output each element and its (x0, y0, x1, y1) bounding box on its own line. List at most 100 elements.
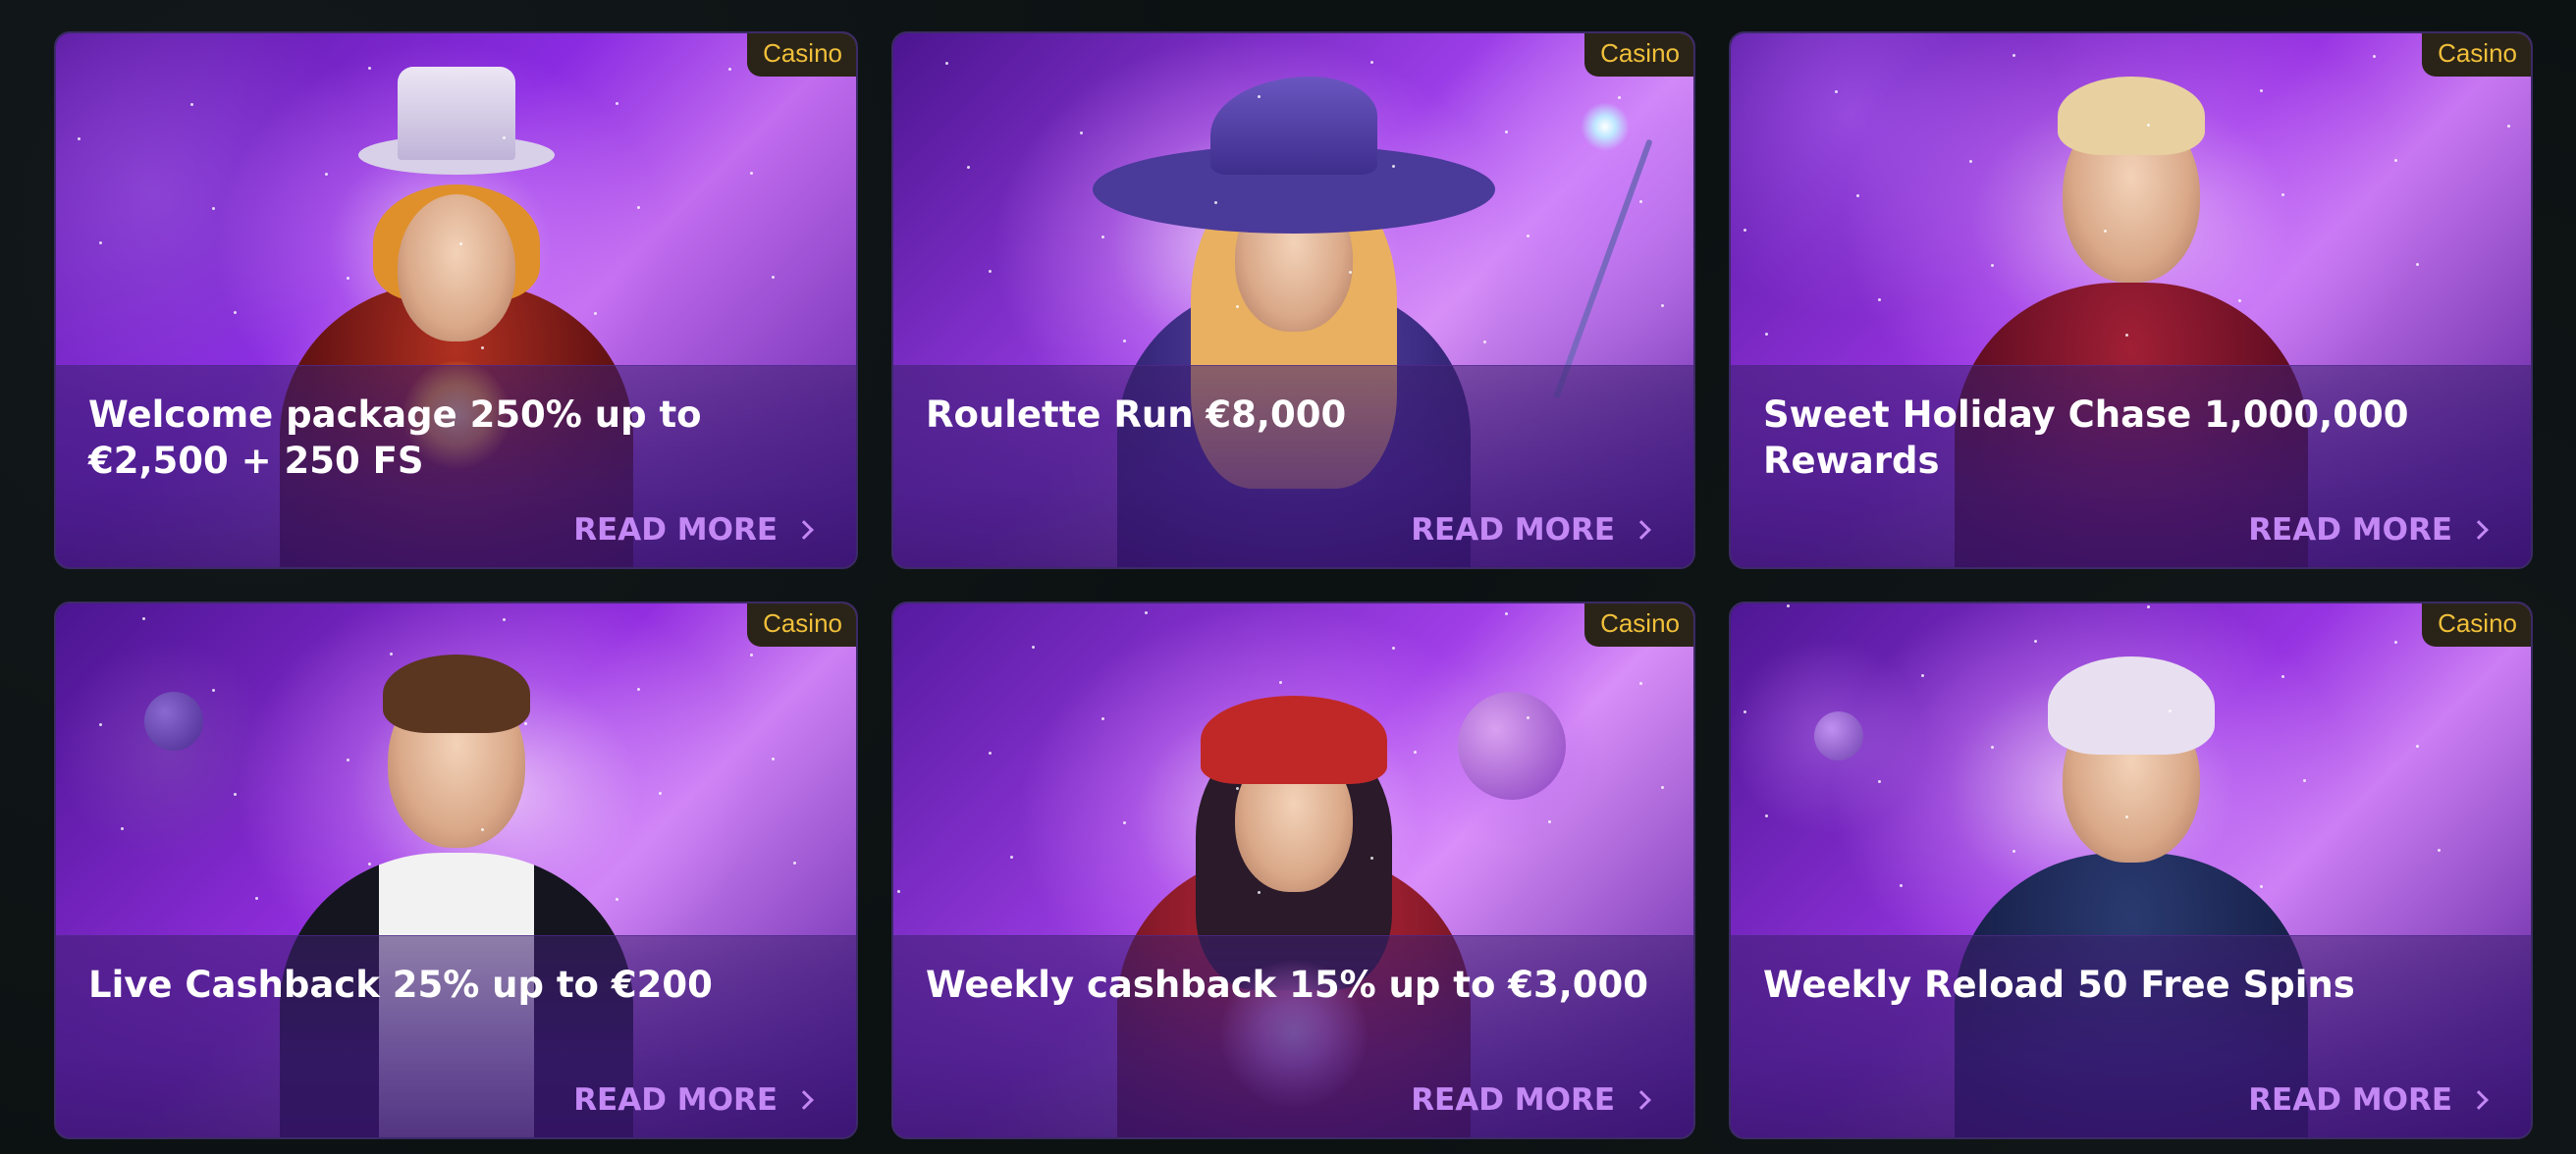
planet-illustration (144, 692, 203, 751)
star-decoration (1214, 201, 1217, 204)
category-badge: Casino (747, 603, 856, 647)
star-decoration (459, 242, 462, 245)
promo-card[interactable]: Roulette Run €8,000 READ MORE Casino (891, 31, 1695, 569)
star-decoration (1080, 131, 1083, 134)
star-decoration (212, 689, 215, 692)
read-more-label: READ MORE (2248, 512, 2452, 548)
star-decoration (1505, 131, 1508, 133)
star-decoration (2394, 641, 2397, 644)
star-decoration (1236, 787, 1239, 790)
read-more-label: READ MORE (573, 512, 778, 548)
star-decoration (1900, 884, 1903, 887)
star-decoration (1878, 780, 1881, 783)
promo-title: Weekly cashback 15% up to €3,000 (926, 964, 1649, 1006)
star-decoration (1123, 821, 1126, 824)
star-decoration (2303, 779, 2306, 782)
star-decoration (2012, 54, 2015, 57)
star-decoration (989, 270, 992, 273)
star-decoration (99, 241, 102, 244)
star-decoration (78, 137, 80, 140)
star-decoration (1878, 298, 1881, 301)
star-decoration (1744, 229, 1746, 232)
category-badge: Casino (2422, 33, 2531, 77)
star-decoration (142, 617, 145, 620)
read-more-link[interactable]: READ MORE (573, 1082, 817, 1118)
promo-title: Sweet Holiday Chase 1,000,000 Rewards (1763, 393, 2409, 482)
read-more-link[interactable]: READ MORE (2248, 1082, 2492, 1118)
star-decoration (1349, 271, 1352, 274)
star-decoration (1370, 61, 1373, 64)
star-decoration (2147, 124, 2150, 127)
star-decoration (728, 68, 731, 71)
star-decoration (1010, 856, 1013, 859)
promo-caption: Welcome package 250% up to €2,500 + 250 … (56, 365, 856, 567)
star-decoration (2125, 815, 2128, 818)
star-decoration (2260, 885, 2263, 888)
star-decoration (1991, 264, 1994, 267)
category-badge: Casino (1584, 33, 1693, 77)
star-decoration (1991, 746, 1994, 749)
promo-card[interactable]: Live Cashback 25% up to €200 READ MORE C… (54, 602, 858, 1139)
star-decoration (2012, 850, 2015, 853)
star-decoration (190, 103, 193, 106)
star-decoration (750, 172, 753, 175)
star-decoration (347, 759, 349, 761)
star-decoration (1639, 682, 1642, 685)
promo-card[interactable]: Welcome package 250% up to €2,500 + 250 … (54, 31, 858, 569)
star-decoration (234, 793, 237, 796)
star-decoration (897, 890, 900, 893)
chevron-right-icon (794, 520, 814, 540)
read-more-link[interactable]: READ MORE (2248, 512, 2492, 548)
star-decoration (1032, 646, 1035, 649)
chevron-right-icon (2469, 1090, 2489, 1110)
star-decoration (1123, 340, 1126, 342)
star-decoration (2104, 230, 2107, 233)
star-decoration (1101, 236, 1104, 238)
star-decoration (2281, 193, 2284, 196)
star-decoration (234, 311, 237, 314)
star-decoration (616, 898, 618, 901)
star-decoration (1392, 647, 1395, 650)
read-more-link[interactable]: READ MORE (573, 512, 817, 548)
read-more-link[interactable]: READ MORE (1411, 512, 1654, 548)
star-decoration (772, 758, 775, 761)
star-decoration (1483, 341, 1486, 343)
star-decoration (1279, 681, 1282, 684)
star-decoration (2438, 849, 2441, 852)
star-decoration (390, 653, 393, 656)
star-decoration (2260, 89, 2263, 92)
star-decoration (2507, 125, 2510, 128)
chevron-right-icon (1632, 520, 1651, 540)
star-decoration (2416, 745, 2419, 748)
wand-illustration (1553, 138, 1653, 399)
star-decoration (1765, 814, 1768, 817)
star-decoration (1835, 90, 1838, 93)
star-decoration (212, 207, 215, 210)
star-decoration (99, 723, 102, 726)
star-decoration (2034, 640, 2037, 643)
star-decoration (1787, 604, 1790, 607)
promo-card[interactable]: Weekly cashback 15% up to €3,000 READ MO… (891, 602, 1695, 1139)
star-decoration (481, 346, 484, 349)
promo-card[interactable]: Weekly Reload 50 Free Spins READ MORE Ca… (1729, 602, 2533, 1139)
star-decoration (524, 722, 527, 725)
star-decoration (637, 206, 640, 209)
star-decoration (2125, 334, 2128, 337)
star-decoration (945, 62, 948, 65)
star-decoration (2394, 159, 2397, 162)
star-decoration (325, 173, 328, 176)
star-decoration (967, 166, 970, 169)
star-decoration (1258, 95, 1261, 98)
star-decoration (1548, 820, 1551, 823)
category-badge: Casino (2422, 603, 2531, 647)
star-decoration (1661, 786, 1664, 789)
star-decoration (368, 67, 371, 70)
star-decoration (1145, 611, 1148, 614)
star-decoration (1392, 165, 1395, 168)
star-decoration (2238, 299, 2241, 302)
promo-card[interactable]: Sweet Holiday Chase 1,000,000 Rewards RE… (1729, 31, 2533, 569)
read-more-link[interactable]: READ MORE (1411, 1082, 1654, 1118)
chevron-right-icon (1632, 1090, 1651, 1110)
star-decoration (1744, 710, 1746, 713)
star-decoration (1414, 751, 1417, 754)
